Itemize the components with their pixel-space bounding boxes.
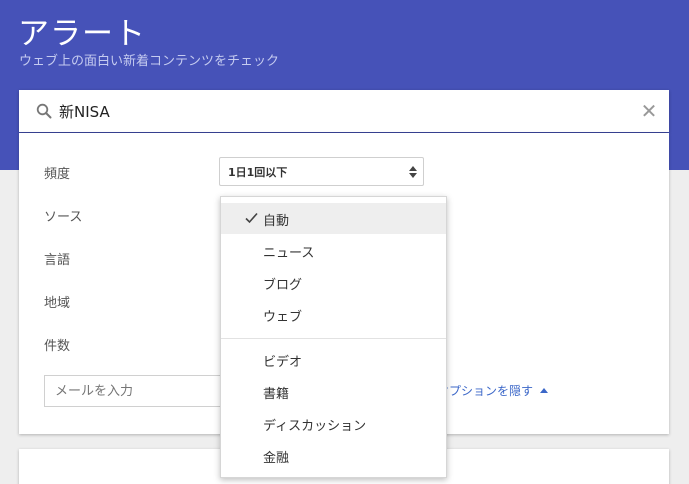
search-input[interactable]: [59, 90, 619, 132]
dropdown-item-label: ニュース: [263, 246, 315, 261]
frequency-label: 頻度: [44, 167, 71, 182]
dropdown-item-label: 自動: [263, 214, 290, 229]
dropdown-divider: [221, 338, 446, 339]
frequency-value: 1日1回以下: [228, 166, 288, 179]
caret-up-icon: [540, 388, 549, 393]
hide-options-link[interactable]: オプションを隠す: [437, 382, 549, 399]
region-label: 地域: [44, 296, 71, 311]
frequency-select[interactable]: 1日1回以下: [219, 157, 424, 186]
source-option-finance[interactable]: 金融: [221, 440, 446, 471]
dropdown-item-label: 金融: [263, 451, 290, 466]
dropdown-item-label: 書籍: [263, 387, 290, 402]
source-option-auto[interactable]: 自動: [221, 203, 446, 234]
page-subtitle: ウェブ上の面白い新着コンテンツをチェック: [19, 54, 280, 69]
close-icon[interactable]: ✕: [639, 101, 659, 121]
search-box[interactable]: ✕: [19, 90, 669, 132]
source-option-blogs[interactable]: ブログ: [221, 267, 446, 298]
dropdown-item-label: ビデオ: [263, 355, 303, 370]
source-label: ソース: [44, 210, 83, 225]
email-input[interactable]: [44, 375, 224, 407]
dropdown-item-label: ディスカッション: [263, 419, 367, 434]
language-label: 言語: [44, 253, 71, 268]
count-label: 件数: [44, 339, 71, 354]
source-option-books[interactable]: 書籍: [221, 376, 446, 407]
source-option-web[interactable]: ウェブ: [221, 299, 446, 330]
dropdown-item-label: ブログ: [263, 278, 303, 293]
select-arrows-icon: [409, 166, 417, 178]
search-icon: [36, 103, 52, 119]
dropdown-item-label: ウェブ: [263, 310, 303, 325]
source-option-news[interactable]: ニュース: [221, 235, 446, 266]
check-icon: [245, 212, 258, 224]
source-option-video[interactable]: ビデオ: [221, 344, 446, 375]
source-option-discussions[interactable]: ディスカッション: [221, 408, 446, 439]
hide-options-label: オプションを隠す: [437, 384, 534, 398]
source-dropdown-menu: 自動 ニュース ブログ ウェブ ビデオ 書籍 ディスカッション 金融: [220, 196, 447, 478]
page-title: アラート: [18, 16, 146, 52]
